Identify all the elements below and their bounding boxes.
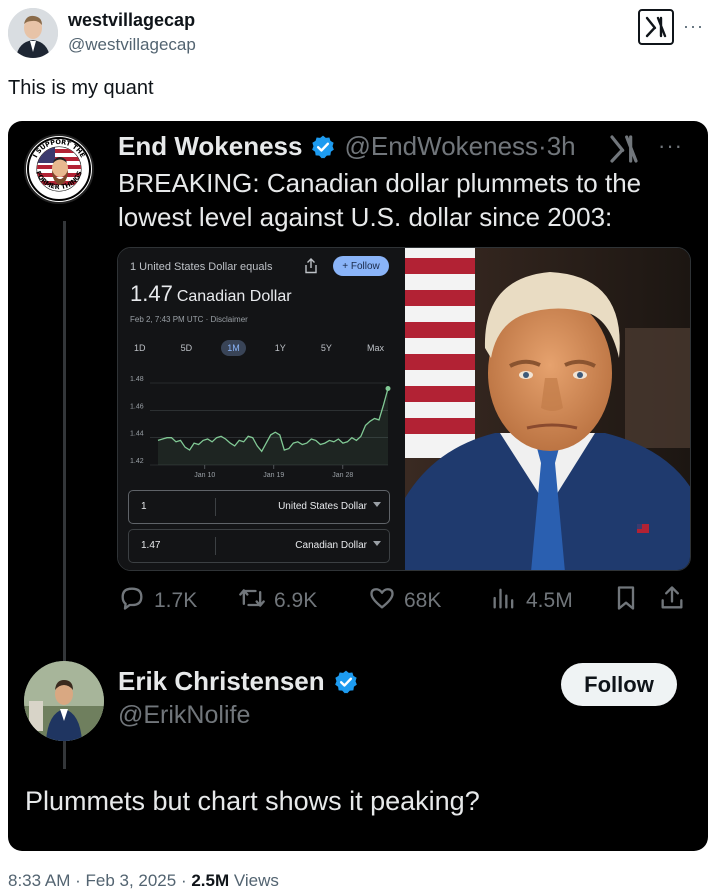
views-count: 4.5M	[526, 589, 573, 612]
rate-chart: 1.42 1.44 1.46 1.48 Jan 10 Jan 19 Jan 28	[130, 376, 391, 479]
timestamp[interactable]: 3h	[547, 131, 576, 162]
x-tick-label: Jan 19	[263, 472, 284, 479]
bookmark-button[interactable]	[612, 584, 648, 618]
follow-currency-button[interactable]: + Follow	[333, 256, 389, 276]
portrait-photo	[405, 248, 690, 570]
separator: ·	[538, 131, 547, 161]
follow-button[interactable]: Follow	[561, 663, 677, 706]
more-options-button[interactable]: ···	[658, 133, 683, 159]
avatar[interactable]	[8, 8, 58, 58]
action-bar: 1.7K 6.9K 68K 4.5M	[118, 584, 688, 616]
y-tick-label: 1.44	[130, 431, 144, 438]
repost-button[interactable]: 6.9K	[238, 584, 317, 618]
upload-icon	[658, 584, 694, 618]
author-names: westvillagecap @westvillagecap	[68, 10, 196, 55]
reply-text: Plummets but chart shows it peaking?	[25, 786, 480, 816]
share-button[interactable]	[658, 584, 694, 618]
like-button[interactable]: 68K	[368, 584, 441, 618]
display-name[interactable]: Erik Christensen	[118, 666, 325, 697]
verified-badge-icon	[333, 669, 359, 695]
x-tick-label: Jan 28	[332, 472, 353, 479]
currency-select[interactable]: United States Dollar	[278, 501, 367, 512]
views-count: 2.5M	[191, 871, 230, 890]
tweet-meta: 8:33 AM · Feb 3, 2025 · 2.5M Views	[8, 871, 279, 891]
amount-input[interactable]: 1.47	[141, 540, 160, 551]
x-tick-label: Jan 10	[194, 472, 215, 479]
equals-label: 1 United States Dollar equals	[130, 261, 273, 273]
chevron-down-icon	[373, 541, 381, 546]
reply-count: 1.7K	[154, 589, 198, 612]
chevron-down-icon	[373, 502, 381, 507]
x-logo-icon	[608, 133, 640, 170]
display-name[interactable]: End Wokeness	[118, 131, 302, 162]
range-tab-5y[interactable]: 5Y	[315, 340, 338, 356]
divider	[215, 537, 216, 555]
rate-value: 1.47	[130, 281, 173, 306]
tweet-media[interactable]: 1 United States Dollar equals + Follow 1…	[117, 247, 691, 571]
converter-row-from[interactable]: 1 United States Dollar	[128, 490, 390, 524]
range-tab-max[interactable]: Max	[361, 340, 390, 356]
last-point	[385, 385, 391, 391]
tweet-text: This is my quant	[8, 77, 154, 99]
like-icon	[368, 584, 404, 618]
divider	[215, 498, 216, 516]
y-tick-label: 1.48	[130, 376, 144, 383]
currency-select[interactable]: Canadian Dollar	[295, 540, 367, 551]
x-logo-icon	[638, 9, 674, 45]
rate-date: Feb 2, 7:43 PM UTC · Disclaimer	[130, 315, 248, 324]
views-button[interactable]: 4.5M	[490, 584, 573, 618]
views-label: Views	[229, 871, 279, 890]
outer-tweet-header: westvillagecap @westvillagecap ···	[8, 8, 708, 62]
avatar[interactable]	[24, 661, 104, 741]
range-tab-5d[interactable]: 5D	[175, 340, 199, 356]
currency-widget: 1 United States Dollar equals + Follow 1…	[118, 248, 405, 570]
more-options-button[interactable]: ···	[683, 16, 704, 37]
embedded-screenshot: I SUPPORT THE FORMER THINGS End Wokeness…	[8, 121, 708, 851]
like-count: 68K	[404, 589, 442, 612]
rate-unit: Canadian Dollar	[176, 288, 292, 305]
reply-button[interactable]: 1.7K	[118, 584, 197, 618]
y-tick-label: 1.46	[130, 403, 144, 410]
views-icon	[490, 584, 526, 618]
rate-value-line: 1.47 Canadian Dollar	[130, 281, 292, 307]
converter-row-to[interactable]: 1.47 Canadian Dollar	[128, 529, 390, 563]
handle[interactable]: @ErikNolife	[118, 701, 250, 730]
range-tabs: 1D 5D 1M 1Y 5Y Max	[128, 340, 390, 356]
range-tab-1y[interactable]: 1Y	[269, 340, 292, 356]
display-name[interactable]: westvillagecap	[68, 10, 196, 31]
reply-header: Erik Christensen	[118, 666, 367, 697]
repost-count: 6.9K	[274, 589, 318, 612]
avatar[interactable]: I SUPPORT THE FORMER THINGS	[24, 134, 94, 204]
amount-input[interactable]: 1	[141, 501, 147, 512]
y-tick-label: 1.42	[130, 458, 144, 465]
reply-icon	[118, 584, 154, 618]
series-area	[158, 388, 388, 465]
range-tab-1m[interactable]: 1M	[221, 340, 246, 356]
tweet-text: BREAKING: Canadian dollar plummets to th…	[118, 168, 642, 232]
share-icon[interactable]	[304, 258, 318, 279]
repost-icon	[238, 584, 274, 618]
post-timestamp[interactable]: 8:33 AM · Feb 3, 2025 ·	[8, 871, 191, 890]
handle[interactable]: @EndWokeness	[344, 131, 538, 162]
quoted-tweet-header: End Wokeness @EndWokeness · 3h	[118, 131, 576, 162]
bookmark-icon	[612, 584, 648, 618]
verified-badge-icon	[310, 134, 336, 160]
range-tab-1d[interactable]: 1D	[128, 340, 152, 356]
handle[interactable]: @westvillagecap	[68, 35, 196, 55]
